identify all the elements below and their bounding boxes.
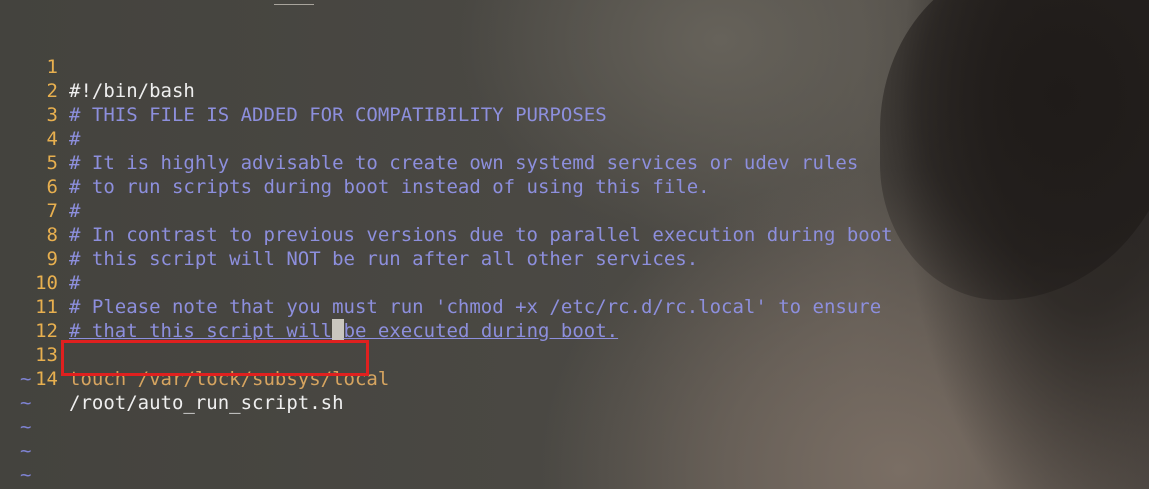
empty-line-marker: ~ — [0, 463, 46, 487]
code-line-2: 2 # THIS FILE IS ADDED FOR COMPATIBILITY… — [0, 55, 607, 126]
line-text: # THIS FILE IS ADDED FOR COMPATIBILITY P… — [69, 104, 607, 126]
code-line-3: 3 # — [0, 79, 81, 150]
empty-line-marker: ~ — [0, 439, 46, 463]
line-text: # this script will NOT be run after all … — [69, 248, 699, 270]
line-text: /root/auto_run_script.sh — [69, 392, 344, 414]
line-text: # to run scripts during boot instead of … — [69, 176, 710, 198]
code-line-10: 10 # Please note that you must run 'chmo… — [0, 247, 881, 318]
code-line-14: 14 /root/auto_run_script.sh — [0, 343, 343, 414]
code-line-1: 1 #!/bin/bash — [0, 31, 195, 102]
annotation-highlight-box — [61, 340, 369, 376]
line-text: # — [69, 200, 81, 222]
code-line-9: 9 # — [0, 223, 81, 294]
line-text-after-cursor: be executed during boot. — [343, 320, 619, 342]
empty-line-marker: ~ — [0, 367, 46, 391]
line-text: # — [69, 128, 81, 150]
window-edge-mark — [274, 4, 314, 5]
tilde-marker: ~ — [20, 440, 32, 462]
background-photo — [880, 0, 1149, 300]
code-line-5: 5 # to run scripts during boot instead o… — [0, 127, 710, 198]
line-text: # It is highly advisable to create own s… — [69, 152, 859, 174]
code-line-12: 12 — [0, 295, 58, 342]
tilde-marker: ~ — [20, 464, 32, 486]
tilde-marker: ~ — [20, 416, 32, 438]
vim-editor[interactable]: 1 #!/bin/bash 2 # THIS FILE IS ADDED FOR… — [0, 31, 893, 487]
code-line-4: 4 # It is highly advisable to create own… — [0, 103, 859, 174]
tilde-marker: ~ — [20, 368, 32, 390]
code-line-11: 11 # that this script will be executed d… — [0, 271, 618, 343]
line-text: # — [69, 272, 81, 294]
line-text-before-cursor: # that this script will — [69, 320, 333, 342]
line-text: # Please note that you must run 'chmod +… — [69, 296, 882, 318]
empty-line-marker: ~ — [0, 415, 46, 439]
tilde-marker: ~ — [20, 392, 32, 414]
line-text: # In contrast to previous versions due t… — [69, 224, 893, 246]
code-line-6: 6 # — [0, 151, 81, 222]
code-line-7: 7 # In contrast to previous versions due… — [0, 175, 893, 246]
code-line-13: 13 touch /var/lock/subsys/local — [0, 319, 389, 390]
line-text: #!/bin/bash — [69, 80, 195, 102]
code-line-8: 8 # this script will NOT be run after al… — [0, 199, 699, 270]
empty-line-marker: ~ — [0, 391, 46, 415]
